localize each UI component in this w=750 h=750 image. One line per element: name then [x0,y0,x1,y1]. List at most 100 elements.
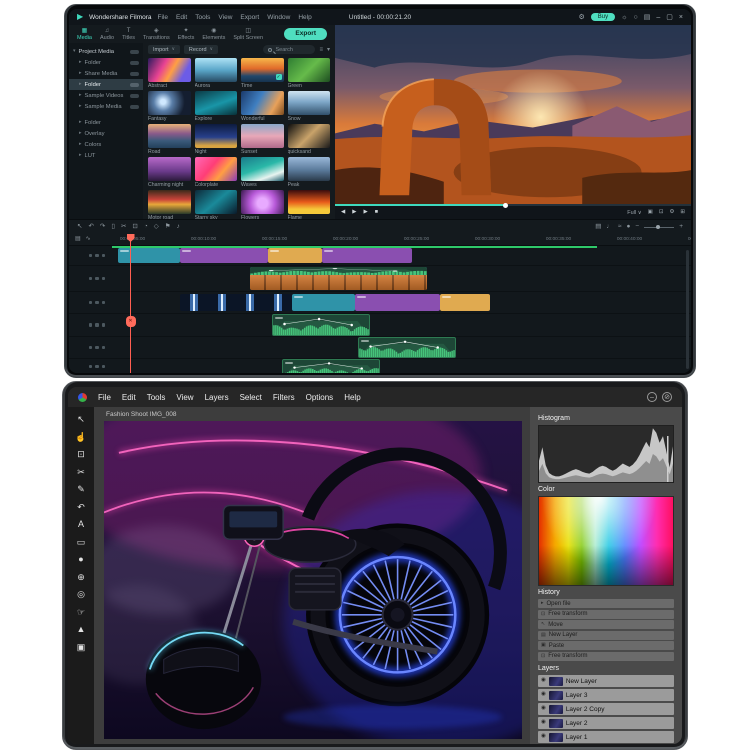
library-tab[interactable]: ◉Elements [202,28,225,41]
timeline-scrollbar[interactable] [686,250,689,369]
sidebar-item[interactable]: ▸Share Media [69,68,143,79]
sidebar-item[interactable]: ▸Folder [69,117,143,128]
preview-tool-icon[interactable]: ⊡ [659,210,664,216]
track-lock-icon[interactable] [95,277,99,281]
timeline-tool-icon[interactable]: ✂ [121,224,126,231]
sidebar-item[interactable]: ▸Sample Videos [69,90,143,101]
transport-button[interactable]: ◀ [341,210,345,216]
minimize-button[interactable]: – [656,14,660,21]
blocked-circle-icon[interactable]: ⊘ [662,392,672,402]
library-tab[interactable]: ♫Audio [100,28,114,41]
tool-button[interactable]: ☞ [73,605,89,620]
tool-button[interactable]: ✎ [73,482,89,497]
eye-icon[interactable]: ◉ [541,720,546,726]
layer-item[interactable]: ◉Layer 1 [538,731,674,743]
record-button[interactable]: Record∨ [184,45,218,54]
menu-item[interactable]: Filters [273,393,295,402]
media-item[interactable]: Abstract [148,58,191,89]
bulb-icon[interactable]: ☼ [621,14,627,21]
media-thumbnail[interactable] [288,190,331,214]
user-icon[interactable]: ○ [634,14,638,21]
library-tab[interactable]: ◈Transitions [143,28,170,41]
menu-item[interactable]: File [158,14,168,21]
timeline-filmstrip-clip[interactable] [180,294,292,311]
tool-button[interactable]: ◎ [73,587,89,602]
history-item[interactable]: ⊡Free transform [538,610,674,619]
media-item[interactable]: Waves [241,157,284,188]
color-picker-panel[interactable] [538,496,674,586]
layout-icon[interactable]: ▤ [644,14,651,21]
tool-button[interactable]: ⊡ [73,447,89,462]
layer-item[interactable]: ◉Layer 3 [538,689,674,701]
menu-item[interactable]: Tools [195,14,210,21]
media-item[interactable]: Wonderful [241,91,284,122]
import-button[interactable]: Import∨ [148,45,180,54]
snap-icon[interactable]: ∿ [86,236,91,242]
media-item[interactable]: Green [288,58,331,89]
sidebar-item-project-media[interactable]: ▾ Project Media [69,46,143,57]
track-lane[interactable] [112,314,691,336]
export-button[interactable]: Export [284,28,327,40]
menu-item[interactable]: Window [267,14,290,21]
track-lock-icon[interactable] [95,346,99,350]
transport-button[interactable]: ■ [375,210,378,216]
timeline-audio-clip[interactable] [358,337,456,358]
sidebar-item[interactable]: ▸Sample Media [69,101,143,112]
tool-button[interactable]: ⊕ [73,570,89,585]
eye-icon[interactable]: ◉ [541,678,546,684]
timeline-tool-icon[interactable]: − [635,224,639,231]
timeline-video-clip[interactable]: Normal 100% ▾ [250,267,427,290]
menu-item[interactable]: Export [240,14,259,21]
media-thumbnail[interactable] [195,91,238,115]
sidebar-item[interactable]: ▸LUT [69,150,143,161]
timeline-clip-orange[interactable] [440,294,490,311]
media-thumbnail[interactable] [288,124,331,148]
transport-button[interactable]: ▶ [352,210,356,216]
media-thumbnail[interactable] [241,58,284,82]
filter-icon[interactable]: ≡ [319,47,323,53]
media-item[interactable]: Fantasy [148,91,191,122]
media-thumbnail[interactable] [195,157,238,181]
progress-handle[interactable] [503,203,508,208]
media-item[interactable]: Colorplate [195,157,238,188]
menu-item[interactable]: Edit [176,14,187,21]
tool-button[interactable]: ↖ [73,412,89,427]
track-visibility-icon[interactable] [89,277,93,281]
track-lane[interactable] [112,292,691,313]
media-item[interactable]: Starry sky [195,190,238,219]
tool-button[interactable]: ☝ [73,430,89,445]
sidebar-item[interactable]: ▸Folder [69,79,143,90]
media-thumbnail[interactable] [148,157,191,181]
close-button[interactable]: × [679,14,683,21]
media-thumbnail[interactable] [241,157,284,181]
media-item[interactable]: Road [148,124,191,155]
timeline-tool-icon[interactable]: ♪ [177,224,180,231]
media-thumbnail[interactable] [195,190,238,214]
timeline-tool-icon[interactable]: ↶ [88,224,93,231]
media-thumbnail[interactable] [148,190,191,214]
timeline-clip-orange[interactable] [268,248,322,263]
track-mute-icon[interactable] [102,254,106,258]
sidebar-item[interactable]: ▸Folder [69,57,143,68]
track-lane[interactable] [112,246,691,265]
media-thumbnail[interactable] [241,190,284,214]
sidebar-item[interactable]: ▸Colors [69,139,143,150]
media-thumbnail[interactable] [148,124,191,148]
timeline-clip-purple[interactable] [355,294,440,311]
fit-select[interactable]: Full ∨ [627,210,641,217]
track-lane[interactable]: Normal 100% ▾ [112,266,691,291]
media-item[interactable]: Explore [195,91,238,122]
playhead-handle[interactable]: ✕ [126,316,136,327]
media-item[interactable]: Time [241,58,284,89]
timeline-audio-clip[interactable] [282,359,380,373]
buy-button[interactable]: Buy [591,13,615,21]
timeline-tool-icon[interactable]: ▯ [111,224,115,231]
menu-item[interactable]: Layers [205,393,229,402]
timeline-tool-icon[interactable]: ◇ [154,224,159,231]
media-thumbnail[interactable] [288,58,331,82]
menu-item[interactable]: File [98,393,111,402]
media-item[interactable]: Motor road [148,190,191,219]
timeline-clip-teal[interactable] [292,294,355,311]
layer-item[interactable]: ◉New Layer [538,675,674,687]
track-lock-icon[interactable] [95,365,99,369]
